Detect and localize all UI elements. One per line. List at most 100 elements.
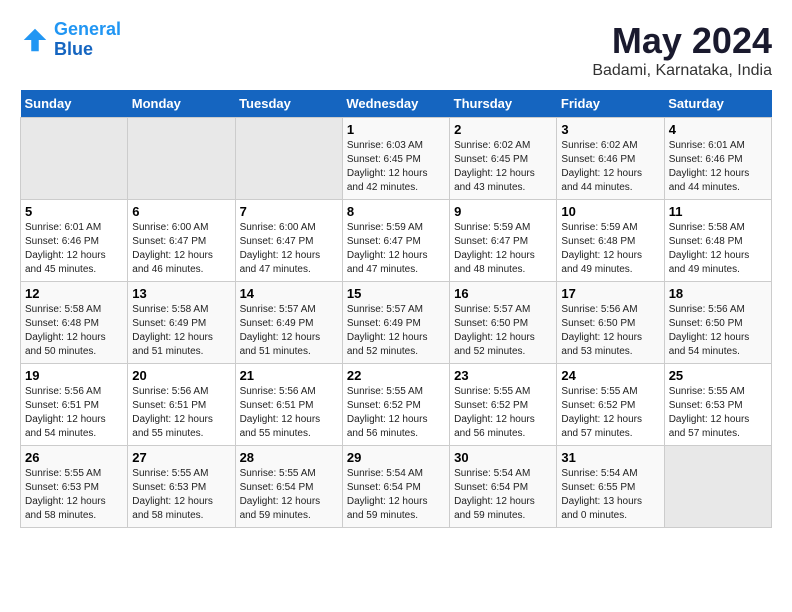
weekday-header-saturday: Saturday [664, 90, 771, 118]
day-info: Sunrise: 5:57 AMSunset: 6:49 PMDaylight:… [240, 303, 338, 359]
day-info: Sunrise: 5:54 AMSunset: 6:54 PMDaylight:… [347, 467, 445, 523]
day-info: Sunrise: 5:56 AMSunset: 6:51 PMDaylight:… [132, 385, 230, 441]
calendar-cell: 5 Sunrise: 6:01 AMSunset: 6:46 PMDaylight… [21, 200, 128, 282]
day-info: Sunrise: 5:55 AMSunset: 6:53 PMDaylight:… [25, 467, 123, 523]
month-title: May 2024 [592, 20, 772, 62]
day-info: Sunrise: 5:58 AMSunset: 6:49 PMDaylight:… [132, 303, 230, 359]
day-number: 8 [347, 204, 445, 219]
calendar-cell: 10 Sunrise: 5:59 AMSunset: 6:48 PMDayligh… [557, 200, 664, 282]
day-number: 11 [669, 204, 767, 219]
calendar-cell: 9 Sunrise: 5:59 AMSunset: 6:47 PMDaylight… [450, 200, 557, 282]
calendar-cell: 29 Sunrise: 5:54 AMSunset: 6:54 PMDayligh… [342, 446, 449, 528]
weekday-header-monday: Monday [128, 90, 235, 118]
day-info: Sunrise: 5:57 AMSunset: 6:49 PMDaylight:… [347, 303, 445, 359]
day-number: 14 [240, 286, 338, 301]
calendar-cell: 3Sunrise: 6:02 AMSunset: 6:46 PMDaylight… [557, 118, 664, 200]
day-number: 25 [669, 368, 767, 383]
day-number: 19 [25, 368, 123, 383]
day-number: 2 [454, 122, 552, 137]
weekday-header-wednesday: Wednesday [342, 90, 449, 118]
calendar-cell: 30 Sunrise: 5:54 AMSunset: 6:54 PMDayligh… [450, 446, 557, 528]
calendar-table: SundayMondayTuesdayWednesdayThursdayFrid… [20, 90, 772, 528]
weekday-header-thursday: Thursday [450, 90, 557, 118]
calendar-cell: 14 Sunrise: 5:57 AMSunset: 6:49 PMDayligh… [235, 282, 342, 364]
calendar-cell: 26 Sunrise: 5:55 AMSunset: 6:53 PMDayligh… [21, 446, 128, 528]
day-number: 15 [347, 286, 445, 301]
day-info: Sunrise: 6:02 AMSunset: 6:46 PMDaylight:… [561, 139, 659, 195]
day-number: 12 [25, 286, 123, 301]
calendar-cell: 31 Sunrise: 5:54 AMSunset: 6:55 PMDayligh… [557, 446, 664, 528]
day-number: 30 [454, 450, 552, 465]
day-number: 31 [561, 450, 659, 465]
day-number: 9 [454, 204, 552, 219]
weekday-header-friday: Friday [557, 90, 664, 118]
day-number: 13 [132, 286, 230, 301]
weekday-header-tuesday: Tuesday [235, 90, 342, 118]
day-info: Sunrise: 6:01 AMSunset: 6:46 PMDaylight:… [25, 221, 123, 277]
day-info: Sunrise: 5:59 AMSunset: 6:47 PMDaylight:… [454, 221, 552, 277]
calendar-cell: 24Sunrise: 5:55 AMSunset: 6:52 PMDayligh… [557, 364, 664, 446]
logo: GeneralBlue [20, 20, 121, 60]
calendar-cell [664, 446, 771, 528]
day-info: Sunrise: 5:55 AMSunset: 6:53 PMDaylight:… [669, 385, 767, 441]
day-number: 17 [561, 286, 659, 301]
day-info: Sunrise: 5:57 AMSunset: 6:50 PMDaylight:… [454, 303, 552, 359]
calendar-cell: 28 Sunrise: 5:55 AMSunset: 6:54 PMDayligh… [235, 446, 342, 528]
day-number: 18 [669, 286, 767, 301]
day-number: 27 [132, 450, 230, 465]
day-number: 20 [132, 368, 230, 383]
day-number: 6 [132, 204, 230, 219]
logo-text: GeneralBlue [54, 20, 121, 60]
page-header: GeneralBlue May 2024 Badami, Karnataka, … [20, 20, 772, 80]
day-number: 21 [240, 368, 338, 383]
weekday-header-row: SundayMondayTuesdayWednesdayThursdayFrid… [21, 90, 772, 118]
day-info: Sunrise: 5:54 AMSunset: 6:54 PMDaylight:… [454, 467, 552, 523]
day-info: Sunrise: 5:55 AMSunset: 6:52 PMDaylight:… [347, 385, 445, 441]
calendar-cell: 4 Sunrise: 6:01 AMSunset: 6:46 PMDaylight… [664, 118, 771, 200]
calendar-cell: 8 Sunrise: 5:59 AMSunset: 6:47 PMDaylight… [342, 200, 449, 282]
calendar-cell: 23Sunrise: 5:55 AMSunset: 6:52 PMDayligh… [450, 364, 557, 446]
day-number: 29 [347, 450, 445, 465]
calendar-cell: 1Sunrise: 6:03 AMSunset: 6:45 PMDaylight… [342, 118, 449, 200]
day-info: Sunrise: 5:55 AMSunset: 6:54 PMDaylight:… [240, 467, 338, 523]
day-number: 28 [240, 450, 338, 465]
day-info: Sunrise: 6:03 AMSunset: 6:45 PMDaylight:… [347, 139, 445, 195]
calendar-cell: 20 Sunrise: 5:56 AMSunset: 6:51 PMDayligh… [128, 364, 235, 446]
day-info: Sunrise: 5:54 AMSunset: 6:55 PMDaylight:… [561, 467, 659, 523]
day-number: 26 [25, 450, 123, 465]
day-number: 16 [454, 286, 552, 301]
day-info: Sunrise: 5:58 AMSunset: 6:48 PMDaylight:… [25, 303, 123, 359]
day-info: Sunrise: 6:00 AMSunset: 6:47 PMDaylight:… [240, 221, 338, 277]
day-info: Sunrise: 5:55 AMSunset: 6:53 PMDaylight:… [132, 467, 230, 523]
calendar-cell: 22 Sunrise: 5:55 AMSunset: 6:52 PMDayligh… [342, 364, 449, 446]
calendar-week-row: 1Sunrise: 6:03 AMSunset: 6:45 PMDaylight… [21, 118, 772, 200]
calendar-cell: 17 Sunrise: 5:56 AMSunset: 6:50 PMDayligh… [557, 282, 664, 364]
title-block: May 2024 Badami, Karnataka, India [592, 20, 772, 80]
day-number: 4 [669, 122, 767, 137]
day-number: 5 [25, 204, 123, 219]
day-info: Sunrise: 6:00 AMSunset: 6:47 PMDaylight:… [132, 221, 230, 277]
logo-icon [20, 25, 50, 55]
day-number: 22 [347, 368, 445, 383]
day-info: Sunrise: 5:56 AMSunset: 6:51 PMDaylight:… [25, 385, 123, 441]
day-info: Sunrise: 5:59 AMSunset: 6:47 PMDaylight:… [347, 221, 445, 277]
calendar-cell: 18 Sunrise: 5:56 AMSunset: 6:50 PMDayligh… [664, 282, 771, 364]
calendar-cell: 21 Sunrise: 5:56 AMSunset: 6:51 PMDayligh… [235, 364, 342, 446]
day-number: 10 [561, 204, 659, 219]
calendar-week-row: 19 Sunrise: 5:56 AMSunset: 6:51 PMDayligh… [21, 364, 772, 446]
calendar-week-row: 12 Sunrise: 5:58 AMSunset: 6:48 PMDayligh… [21, 282, 772, 364]
calendar-cell: 6 Sunrise: 6:00 AMSunset: 6:47 PMDaylight… [128, 200, 235, 282]
day-info: Sunrise: 5:56 AMSunset: 6:50 PMDaylight:… [669, 303, 767, 359]
calendar-cell [21, 118, 128, 200]
calendar-cell [235, 118, 342, 200]
day-info: Sunrise: 5:56 AMSunset: 6:51 PMDaylight:… [240, 385, 338, 441]
day-info: Sunrise: 6:01 AMSunset: 6:46 PMDaylight:… [669, 139, 767, 195]
weekday-header-sunday: Sunday [21, 90, 128, 118]
day-info: Sunrise: 5:55 AMSunset: 6:52 PMDaylight:… [561, 385, 659, 441]
day-info: Sunrise: 5:56 AMSunset: 6:50 PMDaylight:… [561, 303, 659, 359]
calendar-week-row: 5 Sunrise: 6:01 AMSunset: 6:46 PMDaylight… [21, 200, 772, 282]
calendar-cell: 13 Sunrise: 5:58 AMSunset: 6:49 PMDayligh… [128, 282, 235, 364]
day-info: Sunrise: 5:58 AMSunset: 6:48 PMDaylight:… [669, 221, 767, 277]
day-number: 7 [240, 204, 338, 219]
day-info: Sunrise: 5:59 AMSunset: 6:48 PMDaylight:… [561, 221, 659, 277]
